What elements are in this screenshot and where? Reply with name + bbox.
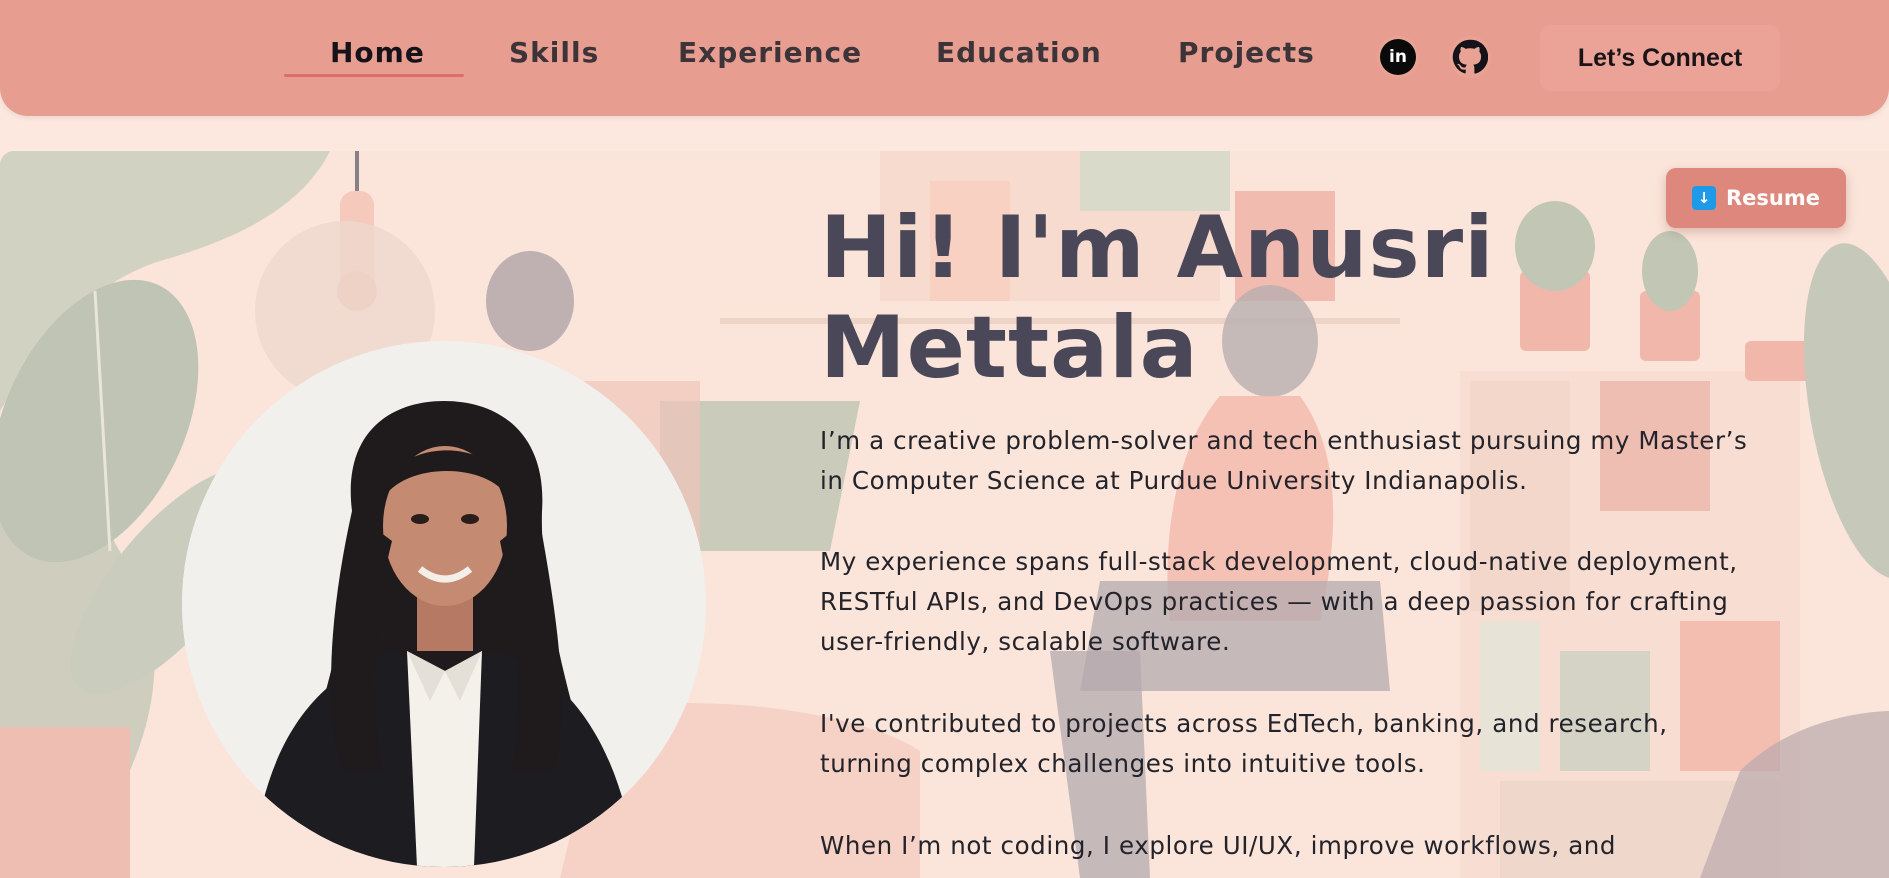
nav-education-link[interactable]: Education xyxy=(936,36,1102,69)
download-arrow-icon: ↓ xyxy=(1692,186,1716,210)
resume-label: Resume xyxy=(1726,186,1820,210)
profile-photo xyxy=(182,341,706,867)
hero-paragraph-projects: I've contributed to projects across EdTe… xyxy=(820,709,1668,778)
nav-experience-link[interactable]: Experience xyxy=(678,36,862,69)
lets-connect-button[interactable]: Let’s Connect xyxy=(1540,25,1780,91)
nav-projects-link[interactable]: Projects xyxy=(1178,36,1315,69)
nav-skills-link[interactable]: Skills xyxy=(509,36,599,69)
github-link[interactable] xyxy=(1449,36,1491,78)
resume-download-button[interactable]: ↓ Resume xyxy=(1666,168,1846,228)
hero-title: Hi! I'm Anusri Mettala xyxy=(820,198,1495,398)
nav-home-link[interactable]: Home xyxy=(330,36,425,69)
hero-paragraph-hobbies: When I’m not coding, I explore UI/UX, im… xyxy=(820,831,1617,860)
linkedin-link[interactable]: in xyxy=(1377,36,1419,78)
linkedin-icon: in xyxy=(1380,39,1416,75)
active-nav-underline xyxy=(284,74,464,77)
github-icon xyxy=(1452,39,1488,74)
top-navbar: Home Skills Experience Education Project… xyxy=(0,0,1889,116)
profile-photo-illustration xyxy=(182,341,706,867)
hero-paragraph-experience: My experience spans full-stack developme… xyxy=(820,547,1738,656)
hero-paragraph-intro: I’m a creative problem-solver and tech e… xyxy=(820,426,1748,495)
